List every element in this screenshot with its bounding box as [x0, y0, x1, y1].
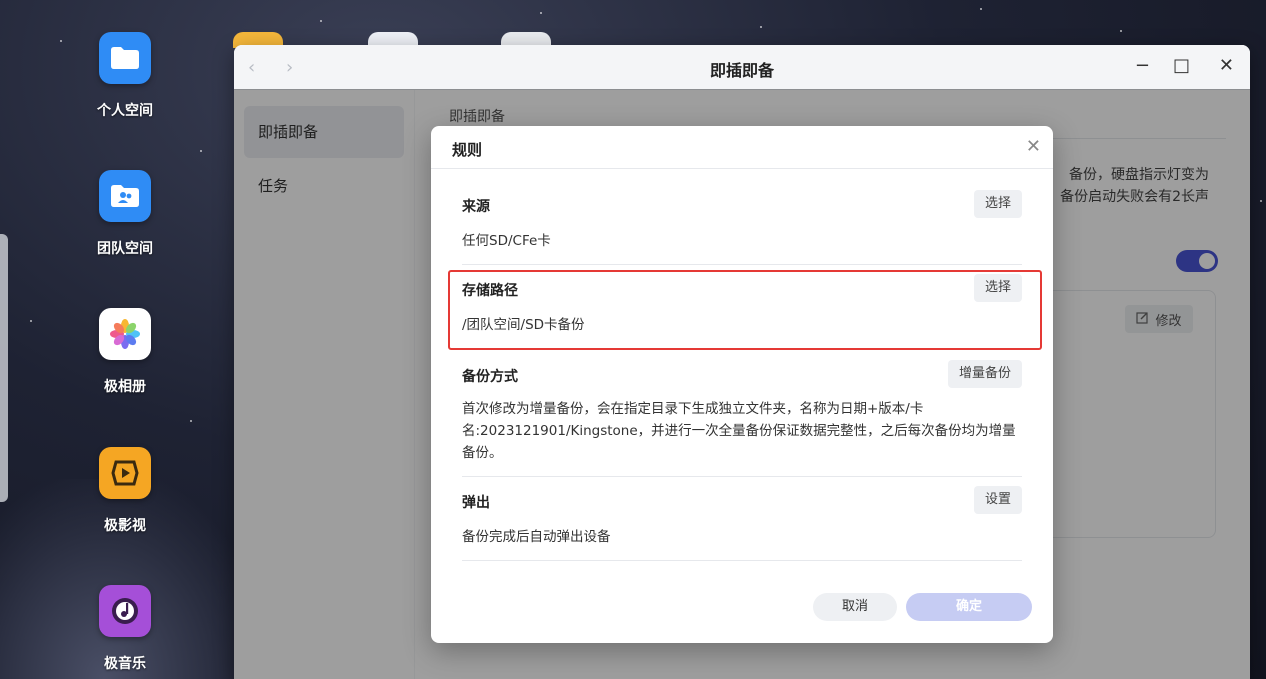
desktop-icon-personal-space[interactable]: 个人空间: [86, 32, 164, 120]
window-title: 即插即备: [709, 61, 774, 80]
desktop-icon-photos[interactable]: 极相册: [86, 308, 164, 396]
highlight-box: [448, 270, 1042, 350]
desktop-icon-label: 极音乐: [104, 656, 146, 672]
rules-dialog: 规则 ✕ 来源 选择 任何SD/CFe卡 存储路径 选择 /团队空间/SD卡备份…: [431, 126, 1053, 643]
desktop-icon-label: 极相册: [104, 379, 146, 395]
dialog-title: 规则: [452, 141, 483, 159]
desktop-icon-label: 极影视: [104, 518, 146, 534]
eject-settings-button[interactable]: 设置: [973, 486, 1022, 514]
section-divider: [462, 264, 1022, 265]
desktop-icon-video[interactable]: 极影视: [86, 447, 164, 535]
desktop-icon-label: 团队空间: [97, 241, 153, 257]
cancel-button[interactable]: 取消: [813, 593, 897, 621]
section-heading: 备份方式: [462, 369, 518, 385]
team-folder-icon: [99, 170, 151, 222]
music-icon: [99, 585, 151, 637]
window-titlebar: ‹ › 即插即备 − □ ✕: [234, 45, 1250, 90]
section-divider: [462, 560, 1022, 561]
section-value: 首次修改为增量备份，会在指定目录下生成独立文件夹，名称为日期+版本/卡名:202…: [462, 401, 1016, 461]
section-value: 备份完成后自动弹出设备: [462, 529, 611, 545]
video-icon: [99, 447, 151, 499]
photos-icon: [99, 308, 151, 360]
backup-mode-section: 备份方式 增量备份 首次修改为增量备份，会在指定目录下生成独立文件夹，名称为日期…: [462, 358, 1022, 468]
dialog-header: 规则 ✕: [431, 126, 1053, 169]
folder-icon: [99, 32, 151, 84]
backup-mode-button[interactable]: 增量备份: [947, 360, 1022, 388]
section-heading: 弹出: [462, 495, 490, 511]
close-window-icon[interactable]: ✕: [1219, 55, 1234, 76]
section-heading: 来源: [462, 199, 490, 215]
maximize-icon[interactable]: □: [1173, 55, 1190, 76]
source-select-button[interactable]: 选择: [973, 190, 1022, 218]
section-divider: [462, 476, 1022, 477]
desktop-icon-label: 个人空间: [97, 103, 153, 119]
confirm-button[interactable]: 确定: [906, 593, 1032, 621]
minimize-icon[interactable]: −: [1135, 55, 1150, 76]
dock-edge: [0, 234, 8, 502]
eject-section: 弹出 设置 备份完成后自动弹出设备: [462, 484, 1022, 554]
close-icon[interactable]: ✕: [1026, 136, 1041, 157]
source-section: 来源 选择 任何SD/CFe卡: [462, 188, 1022, 258]
desktop-icon-team-space[interactable]: 团队空间: [86, 170, 164, 258]
desktop-icon-music[interactable]: 极音乐: [86, 585, 164, 673]
section-value: 任何SD/CFe卡: [462, 233, 551, 249]
